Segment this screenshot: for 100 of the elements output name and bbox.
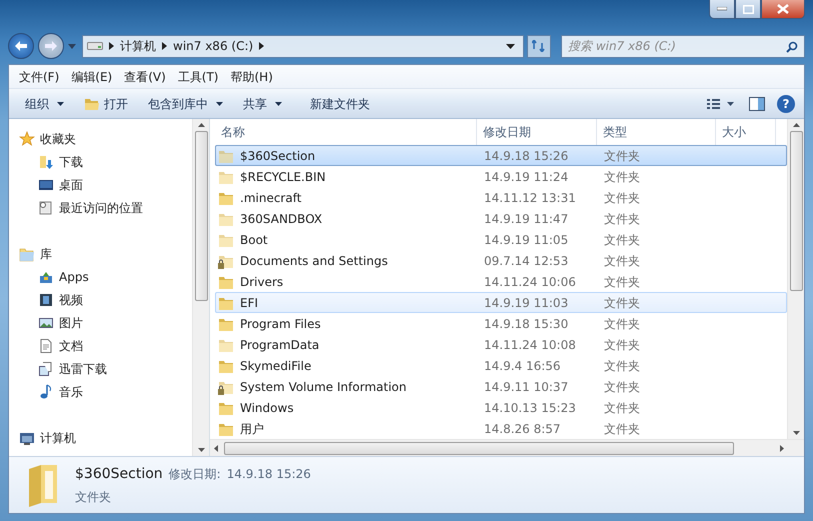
file-type: 文件夹 — [603, 210, 641, 228]
menu-item[interactable]: 编辑(E) — [65, 68, 118, 86]
details-type: 文件夹 — [75, 489, 112, 506]
close-button[interactable] — [761, 0, 805, 19]
toolbar-button[interactable]: 组织 — [15, 94, 74, 112]
toolbar-button[interactable]: 打开 — [74, 94, 138, 112]
file-row[interactable]: Documents and Settings 09.7.14 12:53 文件夹 — [215, 250, 787, 271]
file-row[interactable]: .minecraft 14.11.12 13:31 文件夹 — [215, 187, 787, 208]
dropdown-arrow-icon[interactable] — [506, 44, 515, 48]
file-date: 14.9.4 16:56 — [483, 358, 562, 374]
menu-item[interactable]: 查看(V) — [118, 68, 172, 86]
toolbar-button[interactable]: 新建文件夹 — [300, 94, 380, 112]
file-row[interactable]: $RECYCLE.BIN 14.9.19 11:24 文件夹 — [215, 166, 787, 187]
address-bar[interactable]: 计算机 win7 x86 (C:) — [82, 34, 524, 58]
sidebar-item[interactable]: 桌面 — [59, 176, 83, 194]
scroll-up-icon[interactable] — [198, 123, 204, 127]
file-date: 14.10.13 15:23 — [483, 400, 577, 416]
menu-item[interactable]: 文件(F) — [13, 68, 66, 86]
breadcrumb-arrow-icon[interactable] — [259, 42, 264, 50]
maximize-button[interactable] — [735, 0, 761, 19]
file-type: 文件夹 — [603, 400, 641, 416]
scroll-up-icon[interactable] — [792, 123, 800, 127]
preview-pane-icon[interactable] — [749, 96, 765, 110]
menu-item[interactable]: 帮助(H) — [224, 68, 279, 86]
star-icon — [19, 130, 35, 146]
file-name: SkymediFile — [240, 358, 312, 374]
menu-item[interactable]: 工具(T) — [172, 68, 224, 86]
recent-places-icon — [38, 200, 54, 216]
sidebar-item[interactable]: 图片 — [59, 314, 83, 332]
toolbar-button[interactable]: 包含到库中 — [138, 94, 233, 112]
file-row[interactable]: ProgramData 14.11.24 10:08 文件夹 — [215, 334, 787, 355]
folder-icon — [84, 96, 100, 110]
scroll-left-icon[interactable] — [214, 444, 218, 452]
file-name: Documents and Settings — [240, 252, 388, 270]
file-row[interactable]: Drivers 14.11.24 10:06 文件夹 — [215, 271, 787, 292]
sidebar-header-label[interactable]: 库 — [40, 244, 52, 262]
breadcrumb[interactable]: 计算机 — [120, 37, 156, 55]
sidebar-item[interactable]: 视频 — [59, 290, 83, 308]
scroll-down-icon[interactable] — [198, 448, 204, 452]
file-name: 用户 — [240, 420, 264, 438]
file-row[interactable]: EFI 14.9.19 11:03 文件夹 — [215, 292, 787, 313]
scroll-down-icon[interactable] — [792, 431, 800, 435]
breadcrumb[interactable]: win7 x86 (C:) — [173, 37, 254, 55]
file-name: Boot — [240, 232, 268, 248]
back-button[interactable] — [8, 33, 34, 59]
breadcrumb-arrow-icon[interactable] — [162, 42, 167, 50]
horizontal-scrollbar[interactable] — [210, 439, 804, 456]
details-name: $360Section — [75, 465, 163, 484]
file-type: 文件夹 — [603, 294, 641, 312]
maximize-icon — [742, 4, 754, 14]
scroll-thumb[interactable] — [224, 442, 734, 454]
file-name: Drivers — [240, 274, 284, 290]
sidebar-item[interactable]: 最近访问的位置 — [59, 198, 143, 216]
file-name: ProgramData — [240, 336, 320, 354]
scroll-thumb[interactable] — [194, 131, 208, 301]
scrollbar[interactable] — [787, 119, 804, 439]
caret-icon — [57, 102, 64, 106]
music-note-icon — [38, 384, 54, 400]
file-row[interactable]: 用户 14.8.26 8:57 文件夹 — [215, 418, 787, 439]
forward-arrow-icon — [44, 40, 58, 52]
file-type: 文件夹 — [603, 252, 641, 270]
file-name: .minecraft — [240, 190, 302, 206]
file-type: 文件夹 — [603, 358, 641, 374]
help-button[interactable]: ? — [777, 94, 795, 112]
file-row[interactable]: Boot 14.9.19 11:05 文件夹 — [215, 229, 787, 250]
file-date: 14.9.11 10:37 — [483, 378, 570, 396]
view-options-icon[interactable] — [707, 98, 737, 110]
file-type: 文件夹 — [603, 274, 641, 290]
breadcrumb-arrow-icon[interactable] — [109, 42, 114, 50]
file-row[interactable]: Windows 14.10.13 15:23 文件夹 — [215, 397, 787, 418]
details-date: 14.9.18 15:26 — [226, 466, 311, 483]
search-icon — [786, 40, 798, 52]
caret-icon — [216, 102, 223, 106]
sidebar-item[interactable]: 文档 — [59, 336, 83, 354]
file-row[interactable]: 360SANDBOX 14.9.19 11:47 文件夹 — [215, 208, 787, 229]
sidebar-item[interactable]: 下载 — [59, 152, 83, 170]
documents-icon — [38, 360, 54, 376]
file-name: $RECYCLE.BIN — [240, 168, 326, 186]
file-date: 14.9.18 15:26 — [483, 148, 570, 164]
sidebar-header-label[interactable]: 计算机 — [40, 428, 76, 446]
scrollbar[interactable] — [192, 119, 209, 456]
file-row[interactable]: SkymediFile 14.9.4 16:56 文件夹 — [215, 355, 787, 376]
file-row[interactable]: $360Section 14.9.18 15:26 文件夹 — [215, 145, 787, 166]
scroll-right-icon[interactable] — [780, 444, 784, 452]
sidebar-item[interactable]: 迅雷下载 — [59, 360, 107, 378]
file-row[interactable]: Program Files 14.9.18 15:30 文件夹 — [215, 313, 787, 334]
search-field[interactable]: 搜索 win7 x86 (C:) — [561, 34, 805, 58]
refresh-button[interactable] — [527, 34, 551, 58]
forward-button[interactable] — [38, 33, 64, 59]
minimize-button[interactable] — [709, 0, 735, 19]
toolbar-button[interactable]: 共享 — [233, 94, 292, 112]
file-name: EFI — [240, 294, 258, 312]
sidebar-header-label[interactable]: 收藏夹 — [40, 130, 76, 148]
file-row[interactable]: System Volume Information 14.9.11 10:37 文件夹 — [215, 376, 787, 397]
sidebar-item[interactable]: 音乐 — [59, 382, 83, 400]
scroll-thumb[interactable] — [790, 131, 802, 291]
back-arrow-icon — [14, 40, 28, 52]
download-folder-icon — [38, 154, 54, 170]
file-type: 文件夹 — [603, 378, 641, 396]
sidebar-item[interactable]: Apps — [59, 268, 89, 286]
